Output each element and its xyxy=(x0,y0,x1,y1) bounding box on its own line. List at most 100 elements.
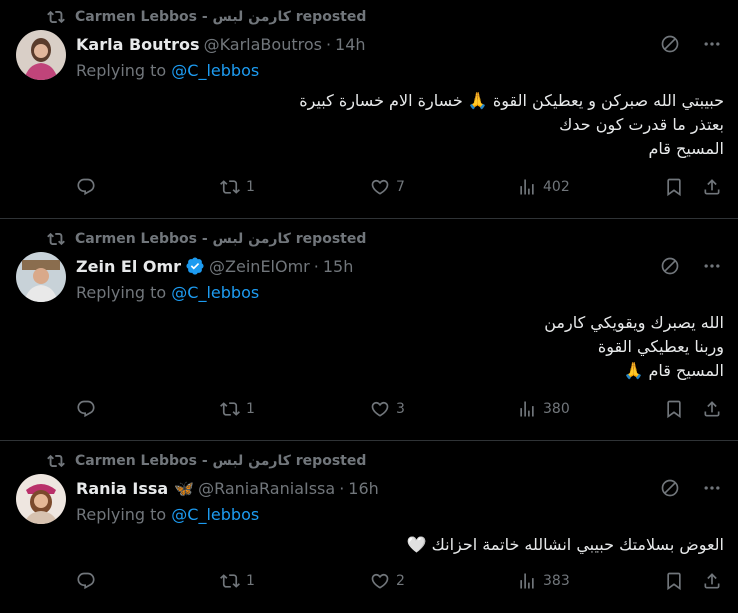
display-name[interactable]: Zein El Omr xyxy=(76,257,181,276)
like-button[interactable]: 3 xyxy=(370,399,405,419)
views-button[interactable]: 380 xyxy=(517,399,570,419)
tweet-text: الله يصبرك ويقويكي كارمن وربنا يعطيكي ال… xyxy=(544,311,724,383)
replying-to-link[interactable]: @C_lebbos xyxy=(171,61,259,80)
avatar-image xyxy=(16,30,66,80)
grok-icon[interactable] xyxy=(660,34,680,54)
tweet[interactable]: Carmen Lebbos - كارمن لبس reposted Karla… xyxy=(0,0,738,222)
views-button[interactable]: 402 xyxy=(517,177,570,197)
reply-icon xyxy=(77,572,95,590)
repost-label: Carmen Lebbos - كارمن لبس reposted xyxy=(75,453,367,469)
tweet-top-actions xyxy=(660,34,722,54)
tweet[interactable]: Carmen Lebbos - كارمن لبس reposted Rania… xyxy=(0,444,738,613)
tweet-text: حبيبتي الله صبركن و يعطيكن القوة 🙏 خسارة… xyxy=(299,89,724,161)
dot-separator: · xyxy=(313,256,319,276)
tweet-header: Zein El Omr @ZeinElOmr · 15h xyxy=(76,254,353,278)
views-count: 380 xyxy=(543,401,570,417)
share-icon xyxy=(704,179,720,195)
retweet-button[interactable]: 1 xyxy=(220,399,255,419)
tweet-text-line: وربنا يعطيكي القوة xyxy=(597,337,724,356)
bookmark-button[interactable] xyxy=(664,571,684,591)
retweet-count: 1 xyxy=(246,401,255,417)
tweet-header: Rania Issa 🦋 @RaniaRaniaIssa · 16h xyxy=(76,476,379,500)
share-button[interactable] xyxy=(702,399,722,419)
repost-label: Carmen Lebbos - كارمن لبس reposted xyxy=(75,231,367,247)
dot-separator: · xyxy=(325,34,332,54)
bookmark-icon xyxy=(667,178,681,197)
repost-icon xyxy=(47,454,65,468)
avatar[interactable] xyxy=(16,30,66,80)
views-icon xyxy=(520,401,534,417)
grok-icon[interactable] xyxy=(660,478,680,498)
reply-icon xyxy=(77,178,95,196)
replying-label: Replying to xyxy=(76,505,167,524)
more-icon[interactable] xyxy=(702,34,722,54)
views-icon xyxy=(520,179,534,195)
views-count: 383 xyxy=(543,573,570,589)
display-name[interactable]: Rania Issa xyxy=(76,479,168,498)
retweet-button[interactable]: 1 xyxy=(220,177,255,197)
repost-label: Carmen Lebbos - كارمن لبس reposted xyxy=(75,9,367,25)
retweet-count: 1 xyxy=(246,179,255,195)
tweet-text-line: المسيح قام xyxy=(648,139,724,158)
avatar[interactable] xyxy=(16,474,66,524)
tweet-actions: 1 3 380 xyxy=(76,399,724,425)
repost-indicator[interactable]: Carmen Lebbos - كارمن لبس reposted xyxy=(47,452,366,470)
verified-icon[interactable] xyxy=(185,256,205,276)
like-count: 3 xyxy=(396,401,405,417)
repost-indicator[interactable]: Carmen Lebbos - كارمن لبس reposted xyxy=(47,8,366,26)
reply-button[interactable] xyxy=(76,177,102,197)
like-icon xyxy=(371,401,389,417)
retweet-count: 1 xyxy=(246,573,255,589)
user-handle[interactable]: @ZeinElOmr xyxy=(209,257,310,276)
repost-icon xyxy=(47,10,65,24)
like-button[interactable]: 2 xyxy=(370,571,405,591)
views-icon xyxy=(520,573,534,589)
replying-to-link[interactable]: @C_lebbos xyxy=(171,283,259,302)
more-icon[interactable] xyxy=(702,478,722,498)
replying-to: Replying to @C_lebbos xyxy=(76,61,259,80)
repost-icon xyxy=(47,232,65,246)
retweet-button[interactable]: 1 xyxy=(220,571,255,591)
tweet[interactable]: Carmen Lebbos - كارمن لبس reposted Zein … xyxy=(0,222,738,444)
like-icon xyxy=(371,179,389,195)
user-handle[interactable]: @KarlaBoutros xyxy=(204,35,322,54)
tweet-text: العوض بسلامتك حبيبي انشالله خاتمة احزانك… xyxy=(407,533,724,557)
tweet-header: Karla Boutros @KarlaBoutros · 14h xyxy=(76,32,366,56)
share-icon xyxy=(704,573,720,589)
avatar-image xyxy=(16,474,66,524)
replying-label: Replying to xyxy=(76,61,167,80)
tweet-text-line: المسيح قام 🙏 xyxy=(623,361,724,380)
tweet-text-line: الله يصبرك ويقويكي كارمن xyxy=(544,313,724,332)
bookmark-button[interactable] xyxy=(664,399,684,419)
tweet-text-line: بعتذر ما قدرت كون حدك xyxy=(559,115,724,134)
timestamp[interactable]: 14h xyxy=(335,35,366,54)
tweet-text-line: حبيبتي الله صبركن و يعطيكن القوة 🙏 خسارة… xyxy=(299,91,724,110)
tweet-top-actions xyxy=(660,478,722,498)
share-icon xyxy=(704,401,720,417)
more-icon[interactable] xyxy=(702,256,722,276)
replying-to-link[interactable]: @C_lebbos xyxy=(171,505,259,524)
avatar[interactable] xyxy=(16,252,66,302)
share-button[interactable] xyxy=(702,177,722,197)
like-button[interactable]: 7 xyxy=(370,177,405,197)
like-count: 2 xyxy=(396,573,405,589)
retweet-icon xyxy=(220,574,240,588)
user-handle[interactable]: @RaniaRaniaIssa xyxy=(198,479,335,498)
retweet-icon xyxy=(220,402,240,416)
reply-button[interactable] xyxy=(76,571,102,591)
timestamp[interactable]: 15h xyxy=(323,257,354,276)
share-button[interactable] xyxy=(702,571,722,591)
bookmark-button[interactable] xyxy=(664,177,684,197)
reply-icon xyxy=(77,400,95,418)
bookmark-icon xyxy=(667,572,681,591)
grok-icon[interactable] xyxy=(660,256,680,276)
retweet-icon xyxy=(220,180,240,194)
bookmark-icon xyxy=(667,400,681,419)
reply-button[interactable] xyxy=(76,399,102,419)
timestamp[interactable]: 16h xyxy=(348,479,379,498)
views-button[interactable]: 383 xyxy=(517,571,570,591)
repost-indicator[interactable]: Carmen Lebbos - كارمن لبس reposted xyxy=(47,230,366,248)
display-name[interactable]: Karla Boutros xyxy=(76,35,200,54)
tweet-text-line: العوض بسلامتك حبيبي انشالله خاتمة احزانك… xyxy=(406,535,724,554)
like-count: 7 xyxy=(396,179,405,195)
